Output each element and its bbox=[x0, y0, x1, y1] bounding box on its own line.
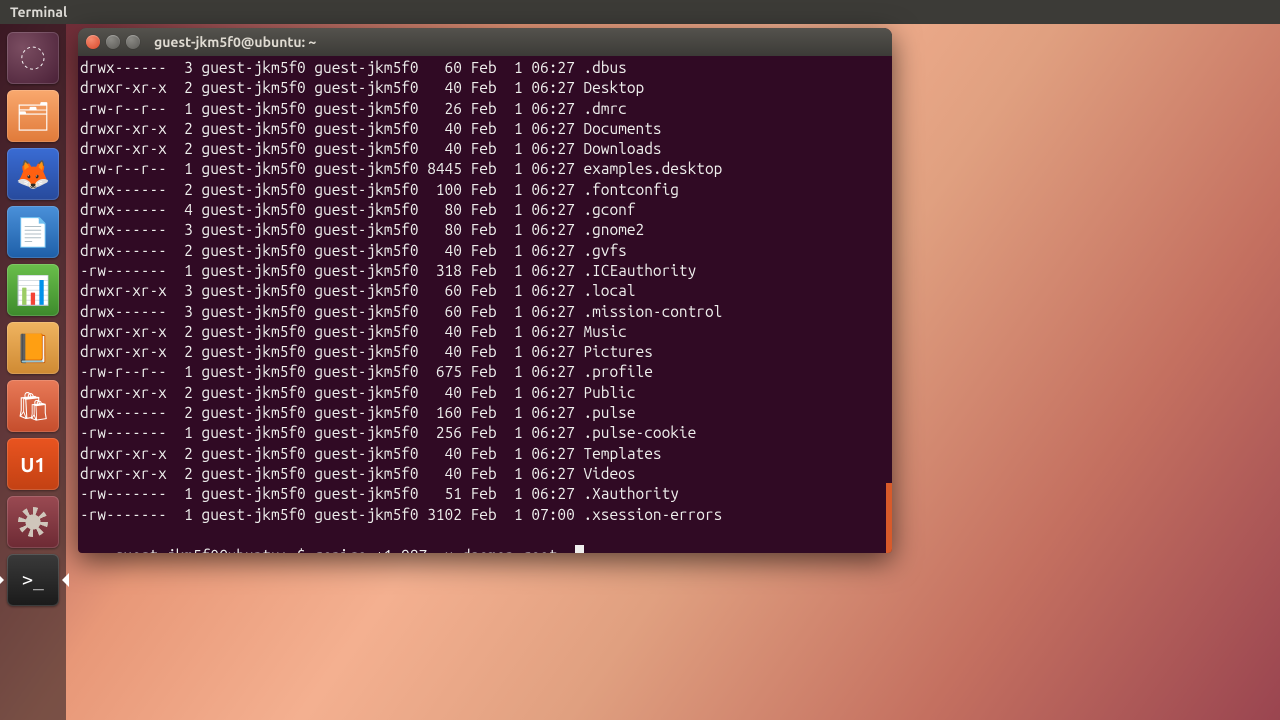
scrollbar-thumb[interactable] bbox=[886, 483, 892, 553]
window-title: guest-jkm5f0@ubuntu: ~ bbox=[154, 34, 316, 50]
close-icon[interactable] bbox=[86, 35, 100, 49]
settings-icon[interactable] bbox=[7, 496, 59, 548]
software-icon[interactable]: 🛍 bbox=[7, 380, 59, 432]
window-titlebar[interactable]: guest-jkm5f0@ubuntu: ~ bbox=[78, 28, 892, 56]
ls-output: drwx------ 3 guest-jkm5f0 guest-jkm5f0 6… bbox=[80, 59, 722, 523]
firefox-icon[interactable]: 🦊 bbox=[7, 148, 59, 200]
gear-icon bbox=[18, 507, 48, 537]
prompt-line[interactable]: guest-jkm5f0@ubuntu:~$ renice +1 987 -u … bbox=[115, 547, 575, 553]
impress-icon[interactable]: 📙 bbox=[7, 322, 59, 374]
terminal-body[interactable]: drwx------ 3 guest-jkm5f0 guest-jkm5f0 6… bbox=[78, 56, 892, 553]
unity-launcher: ◌ 🗂 🦊 📄 📊 📙 🛍 U1 >_ bbox=[0, 24, 66, 720]
terminal-window: guest-jkm5f0@ubuntu: ~ drwx------ 3 gues… bbox=[78, 28, 892, 553]
maximize-icon[interactable] bbox=[126, 35, 140, 49]
dash-icon[interactable]: ◌ bbox=[7, 32, 59, 84]
ubuntuone-icon[interactable]: U1 bbox=[7, 438, 59, 490]
menubar-app-title: Terminal bbox=[10, 4, 67, 20]
terminal-icon[interactable]: >_ bbox=[7, 554, 59, 606]
minimize-icon[interactable] bbox=[106, 35, 120, 49]
calc-icon[interactable]: 📊 bbox=[7, 264, 59, 316]
top-menubar[interactable]: Terminal bbox=[0, 0, 1280, 24]
files-icon[interactable]: 🗂 bbox=[7, 90, 59, 142]
text-cursor bbox=[575, 545, 584, 553]
writer-icon[interactable]: 📄 bbox=[7, 206, 59, 258]
